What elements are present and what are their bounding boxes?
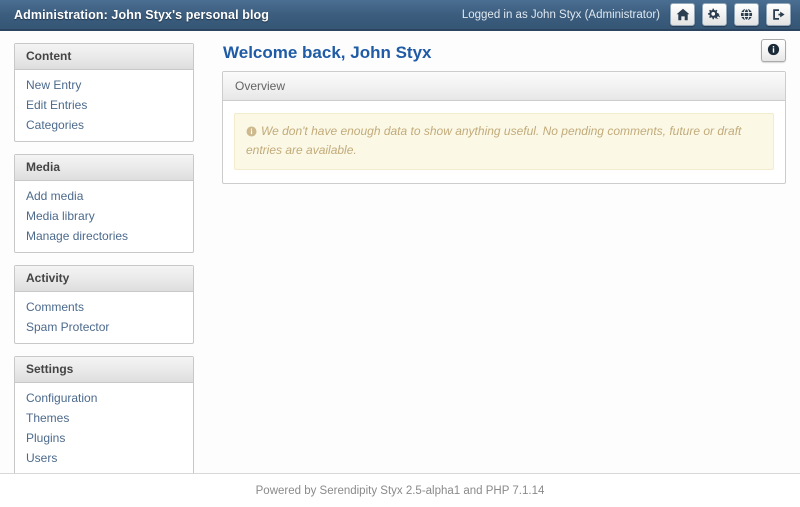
- top-header-bar: Administration: John Styx's personal blo…: [0, 0, 800, 31]
- cogs-icon: [707, 8, 722, 21]
- sidebar-item-configuration[interactable]: Configuration: [15, 388, 193, 408]
- page-title: Welcome back, John Styx: [223, 43, 432, 62]
- logout-icon: [772, 8, 786, 21]
- info-button[interactable]: [761, 39, 786, 62]
- sidebar-section-title: Activity: [15, 266, 193, 292]
- topbar-actions: Logged in as John Styx (Administrator): [462, 3, 791, 26]
- sidebar-item-users[interactable]: Users: [15, 448, 193, 468]
- globe-icon: [740, 8, 753, 21]
- logged-in-status: Logged in as John Styx (Administrator): [461, 8, 660, 21]
- sidebar-item-add-media[interactable]: Add media: [15, 186, 193, 206]
- sidebar-item-categories[interactable]: Categories: [15, 115, 193, 135]
- page-footer: Powered by Serendipity Styx 2.5-alpha1 a…: [0, 473, 800, 507]
- sidebar-item-plugins[interactable]: Plugins: [15, 428, 193, 448]
- overview-panel-body: We don't have enough data to show anythi…: [223, 101, 785, 183]
- sidebar-section-title: Content: [15, 44, 193, 70]
- info-icon: [767, 43, 780, 59]
- notice-info-icon: [246, 125, 257, 142]
- sidebar-section-title: Settings: [15, 357, 193, 383]
- sidebar-item-themes[interactable]: Themes: [15, 408, 193, 428]
- admin-title: Administration: John Styx's personal blo…: [14, 7, 270, 22]
- sidebar-section-links: Add media Media library Manage directori…: [15, 181, 193, 252]
- footer-credit: Powered by Serendipity Styx 2.5-alpha1 a…: [255, 484, 545, 497]
- sidebar-section-media: Media Add media Media library Manage dir…: [14, 154, 194, 253]
- configuration-button[interactable]: [702, 3, 727, 26]
- sidebar-item-new-entry[interactable]: New Entry: [15, 75, 193, 95]
- home-button[interactable]: [670, 3, 695, 26]
- main-content: Welcome back, John Styx Overview We don'…: [222, 37, 786, 184]
- overview-panel: Overview We don't have enough data to sh…: [222, 71, 786, 184]
- sidebar-item-spam-protector[interactable]: Spam Protector: [15, 317, 193, 337]
- sidebar-section-links: Comments Spam Protector: [15, 292, 193, 343]
- sidebar-item-media-library[interactable]: Media library: [15, 206, 193, 226]
- sidebar-section-content: Content New Entry Edit Entries Categorie…: [14, 43, 194, 142]
- view-blog-button[interactable]: [734, 3, 759, 26]
- sidebar-section-links: New Entry Edit Entries Categories: [15, 70, 193, 141]
- home-icon: [676, 8, 690, 21]
- sidebar-item-edit-entries[interactable]: Edit Entries: [15, 95, 193, 115]
- sidebar-section-title: Media: [15, 155, 193, 181]
- sidebar-item-comments[interactable]: Comments: [15, 297, 193, 317]
- sidebar-item-manage-directories[interactable]: Manage directories: [15, 226, 193, 246]
- page-body: Content New Entry Edit Entries Categorie…: [0, 31, 800, 507]
- content-header: Welcome back, John Styx: [222, 37, 786, 71]
- no-data-notice: We don't have enough data to show anythi…: [234, 113, 774, 170]
- logout-button[interactable]: [766, 3, 791, 26]
- overview-panel-header: Overview: [223, 72, 785, 101]
- sidebar: Content New Entry Edit Entries Categorie…: [14, 43, 194, 507]
- sidebar-section-activity: Activity Comments Spam Protector: [14, 265, 194, 344]
- notice-text: We don't have enough data to show anythi…: [246, 124, 742, 157]
